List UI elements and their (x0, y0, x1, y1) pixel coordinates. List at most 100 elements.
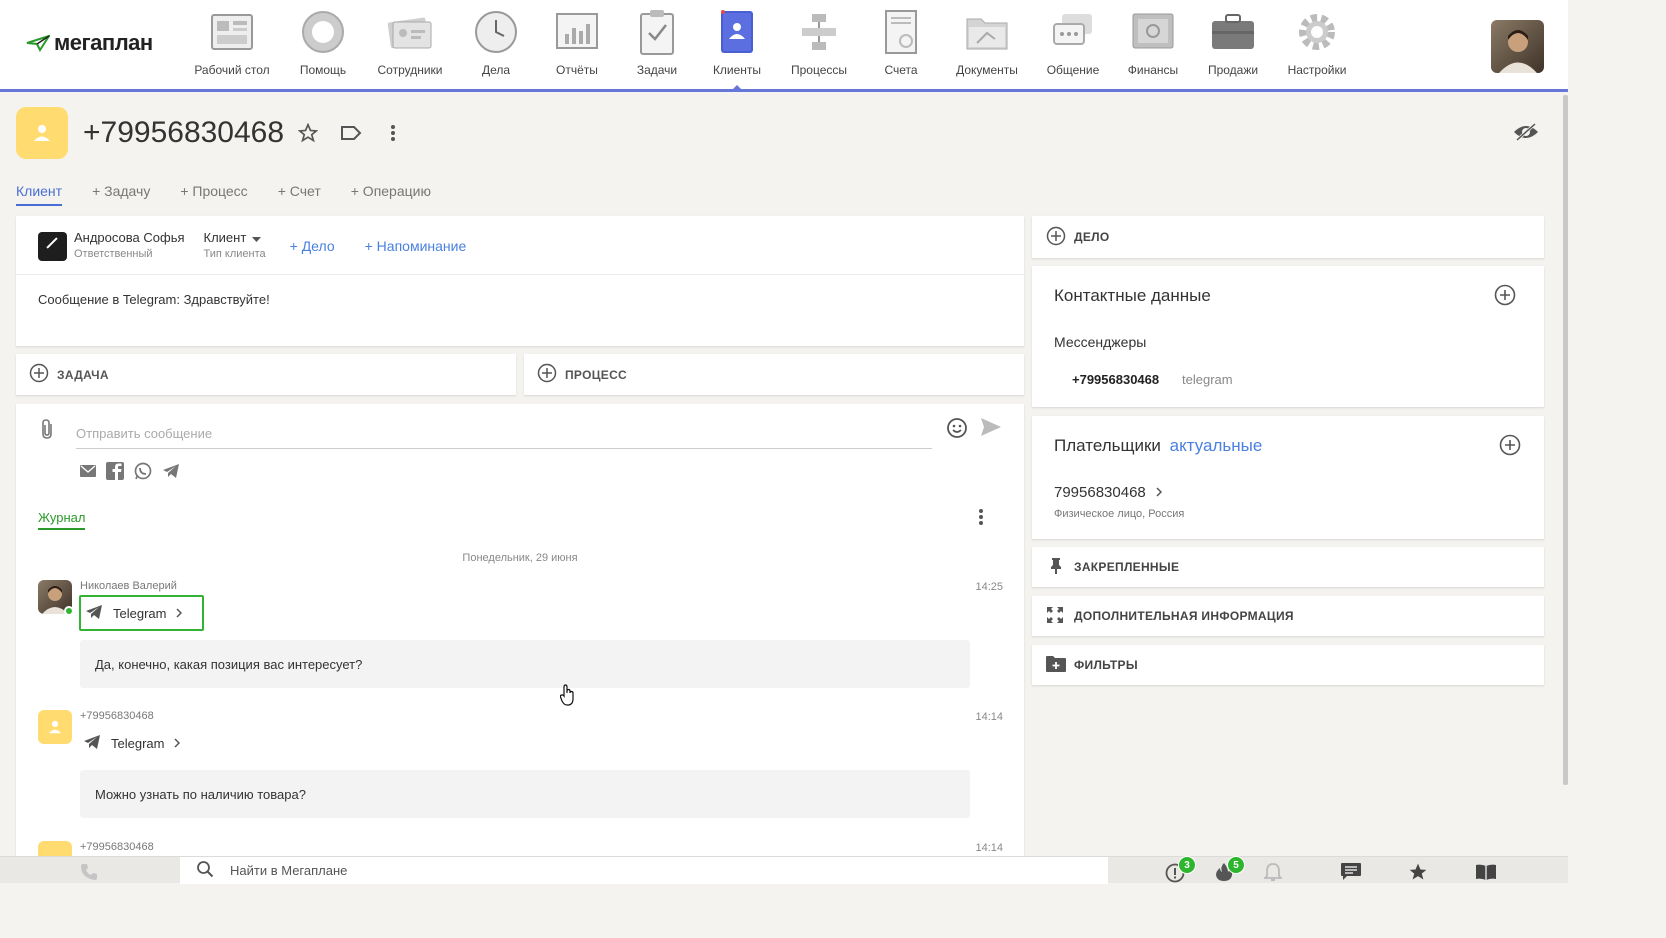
paperclip-icon[interactable] (40, 418, 54, 443)
add-deal-label: ДЕЛО (1074, 230, 1110, 244)
plus-circle-icon (1046, 226, 1066, 249)
responsible-name: Андросова Софья (74, 230, 185, 245)
lifebuoy-icon (300, 9, 346, 55)
add-reminder-link[interactable]: + Напоминание (365, 238, 467, 254)
add-contact-icon[interactable] (1494, 284, 1516, 309)
entry-author[interactable]: +79956830468 (80, 710, 154, 722)
nav-item-clients[interactable]: Клиенты (704, 0, 770, 90)
favorites-star-icon[interactable] (1408, 862, 1428, 885)
add-task-card[interactable]: ЗАДАЧА (16, 354, 516, 395)
more-vertical-icon[interactable] (390, 124, 396, 142)
send-icon[interactable] (980, 417, 1002, 440)
briefcase-icon (1210, 9, 1256, 55)
messages-icon[interactable] (1341, 863, 1361, 884)
global-search[interactable]: Найти в Мегаплане (180, 857, 1108, 884)
documents-icon (964, 9, 1010, 55)
nav-label: Клиенты (712, 63, 762, 77)
clock-icon (473, 9, 519, 55)
telegram-channel-link[interactable]: Telegram (79, 725, 200, 761)
more-vertical-icon[interactable] (978, 508, 984, 529)
contact-phone[interactable]: +79956830468 (1072, 372, 1159, 387)
pin-icon (1050, 557, 1062, 578)
nav-label: Помощь (299, 63, 347, 77)
main-nav: Рабочий стол Помощь Сотрудники Дела Отчё… (190, 0, 1368, 92)
contacts-card: Контактные данные Мессенджеры +799568304… (1032, 266, 1544, 407)
nav-label: Общение (1046, 63, 1100, 77)
megaplan-logo[interactable]: мегаплан (26, 30, 153, 56)
facebook-icon[interactable] (106, 462, 124, 483)
nav-item-employees[interactable]: Сотрудники (372, 0, 448, 89)
eye-off-icon[interactable] (1513, 122, 1539, 145)
tab-add-process[interactable]: + Процесс (180, 183, 247, 206)
client-avatar (16, 107, 68, 159)
tab-add-task[interactable]: + Задачу (92, 183, 150, 206)
tag-icon[interactable] (340, 125, 362, 141)
book-icon[interactable] (1475, 864, 1497, 883)
entry-author[interactable]: +79956830468 (80, 841, 154, 853)
message-bubble: Да, конечно, какая позиция вас интересуе… (80, 640, 970, 688)
add-process-label: ПРОЦЕСС (565, 367, 628, 382)
telegram-icon[interactable] (162, 463, 180, 482)
payer-description: Физическое лицо, Россия (1054, 508, 1185, 520)
client-type-value: Клиент (203, 230, 247, 245)
responsible-avatar[interactable] (38, 231, 67, 261)
tab-add-operation[interactable]: + Операцию (351, 183, 431, 206)
page-scrollbar[interactable] (1563, 95, 1568, 785)
add-process-card[interactable]: ПРОЦЕСС (524, 354, 1024, 395)
whatsapp-icon[interactable] (134, 462, 152, 483)
search-input: Найти в Мегаплане (230, 863, 348, 878)
chevron-right-icon (176, 606, 183, 621)
payers-filter[interactable]: актуальные (1170, 436, 1263, 455)
nav-item-sales[interactable]: Продажи (1200, 0, 1266, 89)
additional-info-card[interactable]: ДОПОЛНИТЕЛЬНАЯ ИНФОРМАЦИЯ (1032, 596, 1544, 636)
telegram-icon (83, 734, 101, 753)
payers-title: Плательщики (1054, 436, 1161, 455)
add-deal-link[interactable]: + Дело (290, 238, 335, 254)
bell-icon[interactable] (1262, 862, 1284, 885)
message-input[interactable]: Отправить сообщение (76, 419, 932, 449)
tab-add-invoice[interactable]: + Счет (278, 183, 321, 206)
author-avatar[interactable] (38, 710, 72, 744)
nav-item-communication[interactable]: Общение (1040, 0, 1106, 89)
nav-item-deals[interactable]: Дела (448, 0, 544, 89)
nav-item-tasks[interactable]: Задачи (610, 0, 704, 89)
add-deal-card[interactable]: ДЕЛО (1032, 216, 1544, 258)
nav-item-finance[interactable]: Финансы (1106, 0, 1200, 89)
filters-card[interactable]: ФИЛЬТРЫ (1032, 645, 1544, 685)
nav-label: Документы (956, 63, 1018, 77)
current-user-avatar[interactable] (1491, 20, 1544, 73)
alerts-badge: 3 (1178, 856, 1196, 874)
client-type-select[interactable]: Клиент Тип клиента (204, 230, 266, 262)
payer-link[interactable]: 79956830468 (1054, 484, 1162, 501)
nav-item-help[interactable]: Помощь (274, 0, 372, 89)
pinned-card[interactable]: ЗАКРЕПЛЕННЫЕ (1032, 547, 1544, 587)
hot-badge: 5 (1227, 856, 1245, 874)
payers-card: Плательщики актуальные 79956830468 Физич… (1032, 416, 1544, 539)
nav-label: Счета (884, 63, 918, 77)
nav-label: Сотрудники (377, 63, 443, 77)
author-avatar[interactable] (38, 841, 72, 856)
nav-label: Задачи (636, 63, 678, 77)
email-icon[interactable] (80, 465, 96, 480)
payers-title-row: Плательщики актуальные (1054, 436, 1262, 456)
entry-author[interactable]: Николаев Валерий (80, 580, 177, 592)
add-payer-icon[interactable] (1499, 434, 1521, 459)
online-indicator (64, 606, 74, 616)
tab-journal[interactable]: Журнал (38, 510, 86, 530)
responsible-block[interactable]: Андросова Софья Ответственный (74, 230, 185, 262)
contact-messenger-type: telegram (1182, 372, 1233, 387)
tab-client[interactable]: Клиент (16, 183, 63, 206)
pinned-label: ЗАКРЕПЛЕННЫЕ (1074, 560, 1180, 574)
nav-item-settings[interactable]: Настройки (1266, 0, 1368, 89)
nav-item-invoices[interactable]: Счета (868, 0, 934, 89)
nav-item-processes[interactable]: Процессы (770, 0, 868, 89)
nav-item-reports[interactable]: Отчёты (544, 0, 610, 89)
telegram-channel-link[interactable]: Telegram (79, 595, 205, 631)
nav-item-desktop[interactable]: Рабочий стол (190, 0, 274, 89)
nav-item-documents[interactable]: Документы (934, 0, 1040, 89)
emoji-icon[interactable] (946, 417, 968, 442)
nav-label: Настройки (1287, 63, 1347, 77)
phone-icon[interactable] (80, 863, 98, 884)
star-icon[interactable] (298, 123, 319, 143)
messengers-label: Мессенджеры (1054, 334, 1147, 350)
